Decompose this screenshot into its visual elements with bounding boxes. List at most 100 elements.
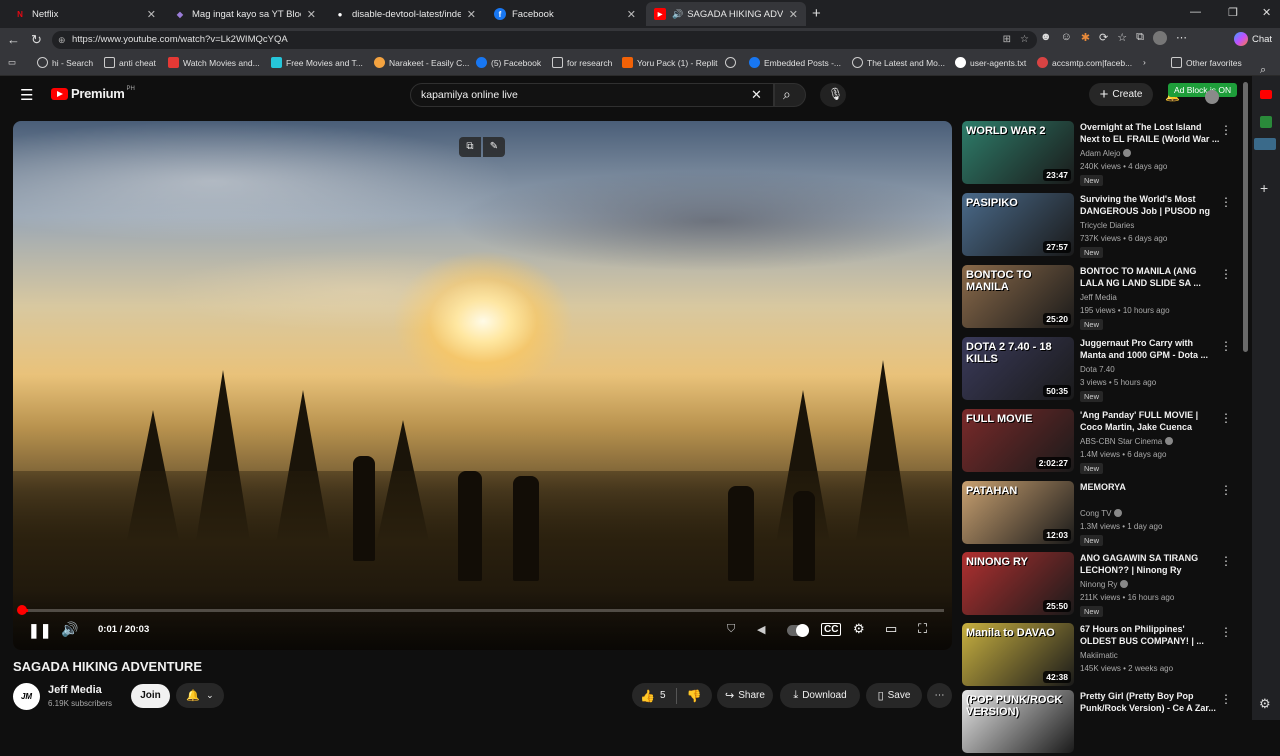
video-title[interactable]: Surviving the World's Most DANGEROUS Job…	[1080, 193, 1220, 217]
bookmark-user-agents[interactable]: user-agents.txt	[955, 57, 1026, 68]
channel-name[interactable]: Jeff Media	[1080, 293, 1117, 302]
search-input[interactable]: kapamilya online live ✕	[410, 83, 774, 107]
tab-actions-icon[interactable]: ▭	[8, 57, 16, 68]
video-thumbnail[interactable]: BONTOC TO MANILA 25:20	[962, 265, 1074, 328]
video-thumbnail[interactable]: PATAHAN 12:03	[962, 481, 1074, 544]
channel-name[interactable]: Makiimatic	[1080, 651, 1118, 660]
extension-icon[interactable]	[1260, 116, 1272, 128]
join-button[interactable]: Join	[131, 684, 170, 708]
new-tab-button[interactable]: +	[812, 5, 821, 22]
search-button[interactable]: ⌕	[774, 83, 806, 107]
bookmark-watch-movies[interactable]: Watch Movies and...	[168, 57, 260, 68]
bookmark-hi-search[interactable]: hi - Search	[37, 57, 93, 68]
video-title[interactable]: BONTOC TO MANILA (ANG LALA NG LAND SLIDE…	[1080, 265, 1220, 289]
recommended-video[interactable]: Manila to DAVAO 42:38 67 Hours on Philippi…	[962, 623, 1242, 689]
download-button[interactable]: ⤓ Download	[780, 683, 860, 708]
video-title[interactable]: ANO GAGAWIN SA TIRANG LECHON?? | Ninong …	[1080, 552, 1220, 576]
recommended-video[interactable]: BONTOC TO MANILA 25:20 BONTOC TO MANILA (A…	[962, 265, 1242, 331]
clear-search-icon[interactable]: ✕	[751, 84, 762, 106]
gear-icon[interactable]: ⚙	[1259, 696, 1271, 712]
bookmark-latest[interactable]: The Latest and Mo...	[852, 57, 945, 68]
video-title[interactable]: MEMORYA	[1080, 481, 1220, 505]
theater-mode-icon[interactable]: ▭	[885, 621, 897, 637]
more-options-icon[interactable]: ⋮	[1220, 554, 1232, 568]
recommended-video[interactable]: PASIPIKO 27:57 Surviving the World's Most …	[962, 193, 1242, 259]
maximize-button[interactable]: ❐	[1228, 6, 1238, 19]
close-icon[interactable]: ✕	[147, 8, 156, 21]
reload-button[interactable]: ↻	[31, 32, 42, 48]
collections-icon[interactable]: ⧉	[1136, 31, 1144, 45]
volume-icon[interactable]: 🔊	[61, 621, 78, 638]
captions-button[interactable]: CC	[821, 623, 842, 636]
other-favorites-folder[interactable]: Other favorites	[1171, 57, 1242, 68]
recommended-video[interactable]: DOTA 2 7.40 - 18 KILLS 50:35 Juggernaut Pr…	[962, 337, 1242, 403]
bookmark-facebook[interactable]: (5) Facebook	[476, 57, 541, 68]
channel-avatar[interactable]: JM	[13, 683, 40, 710]
speaker-icon[interactable]: 🔊	[672, 9, 683, 20]
bookmark-narakeet[interactable]: Narakeet - Easily C...	[374, 57, 469, 68]
bookmark-globe[interactable]	[725, 57, 740, 68]
bookmark-free-movies[interactable]: Free Movies and T...	[271, 57, 363, 68]
url-field[interactable]: ⊕ https://www.youtube.com/watch?v=Lk2WIM…	[52, 31, 1037, 49]
video-title[interactable]: Overnight at The Lost Island Next to EL …	[1080, 121, 1220, 145]
save-button[interactable]: ▯ Save	[866, 683, 922, 708]
add-icon[interactable]: +	[1260, 180, 1268, 196]
channel-name[interactable]: Cong TV	[1080, 509, 1123, 518]
tab-netflix[interactable]: N Netflix ✕	[6, 2, 164, 26]
hamburger-menu-icon[interactable]: ☰	[20, 86, 33, 104]
tab-facebook[interactable]: f Facebook ✕	[486, 2, 644, 26]
favorites-icon[interactable]: ☆	[1117, 31, 1127, 45]
recommended-video[interactable]: FULL MOVIE 2:02:27 'Ang Panday' FULL MOVIE…	[962, 409, 1242, 475]
settings-gear-icon[interactable]: ⚙	[853, 621, 865, 637]
video-title[interactable]: 'Ang Panday' FULL MOVIE | Coco Martin, J…	[1080, 409, 1220, 433]
bookmark-anti-cheat[interactable]: anti cheat	[104, 57, 156, 68]
tab-yt-blocker-video[interactable]: ◆ Mag ingat kayo sa YT Blocker ni G ✕	[166, 2, 324, 26]
youtube-logo[interactable]: Premium PH	[51, 86, 135, 101]
progress-scrubber[interactable]	[17, 605, 27, 615]
share-button[interactable]: ↪ Share	[717, 683, 773, 708]
video-title[interactable]: Pretty Girl (Pretty Boy Pop Punk/Rock Ve…	[1080, 690, 1220, 714]
video-title[interactable]: 67 Hours on Philippines' OLDEST BUS COMP…	[1080, 623, 1220, 647]
site-info-icon[interactable]: ⊕	[58, 31, 66, 49]
media-icon[interactable]	[1254, 138, 1276, 150]
youtube-icon[interactable]	[1260, 90, 1272, 99]
channel-name[interactable]: Tricycle Diaries	[1080, 221, 1134, 230]
shield-icon[interactable]: ⛉	[727, 623, 735, 636]
video-thumbnail[interactable]: NINONG RY 25:50	[962, 552, 1074, 615]
bookmark-replit[interactable]: Yoru Pack (1) - Replit	[622, 57, 717, 68]
video-thumbnail[interactable]: (POP PUNK/ROCK VERSION)	[962, 690, 1074, 753]
progress-bar[interactable]	[17, 605, 944, 615]
chevron-right-icon[interactable]: ›	[1143, 57, 1146, 67]
recommended-video[interactable]: (POP PUNK/ROCK VERSION) Pretty Girl (Pret…	[962, 690, 1242, 756]
copilot-chat-button[interactable]: Chat	[1234, 32, 1272, 46]
window-close-button[interactable]: ✕	[1262, 6, 1271, 19]
subscribed-notifications-button[interactable]: 🔔 ⌄	[176, 683, 224, 708]
close-icon[interactable]: ✕	[627, 8, 636, 21]
profile-avatar[interactable]	[1152, 31, 1167, 45]
more-actions-button[interactable]: ⋯	[927, 683, 952, 708]
speaker-small-icon[interactable]: ◀	[757, 623, 765, 636]
channel-name[interactable]: Adam Alejo	[1080, 149, 1132, 158]
recommended-video[interactable]: WORLD WAR 2 23:47 Overnight at The Lost Is…	[962, 121, 1242, 187]
app-available-icon[interactable]: ⊞	[1003, 31, 1011, 49]
close-icon[interactable]: ✕	[789, 8, 798, 21]
extension-icon[interactable]: ☻	[1040, 31, 1052, 45]
minimize-button[interactable]: —	[1190, 6, 1201, 18]
video-thumbnail[interactable]: PASIPIKO 27:57	[962, 193, 1074, 256]
fullscreen-icon[interactable]: ⛶	[918, 621, 927, 637]
more-icon[interactable]: ⋯	[1176, 31, 1187, 45]
voice-search-button[interactable]: 🎙	[820, 83, 846, 107]
create-button[interactable]: + Create	[1089, 83, 1153, 106]
account-avatar[interactable]	[1205, 90, 1219, 104]
pause-button[interactable]: ❚❚	[28, 622, 51, 639]
channel-name[interactable]: ABS-CBN Star Cinema	[1080, 437, 1174, 446]
favorite-star-icon[interactable]: ☆	[1020, 31, 1029, 49]
like-button[interactable]: 👍 5	[640, 689, 666, 703]
notes-icon[interactable]: ✎	[483, 137, 505, 157]
video-thumbnail[interactable]: FULL MOVIE 2:02:27	[962, 409, 1074, 472]
channel-name[interactable]: Ninong Ry	[1080, 580, 1129, 589]
more-options-icon[interactable]: ⋮	[1220, 483, 1232, 497]
scrollbar[interactable]	[1243, 82, 1248, 352]
more-options-icon[interactable]: ⋮	[1220, 195, 1232, 209]
recommended-video[interactable]: PATAHAN 12:03 MEMORYA Cong TV 1.3M views • 1…	[962, 481, 1242, 547]
